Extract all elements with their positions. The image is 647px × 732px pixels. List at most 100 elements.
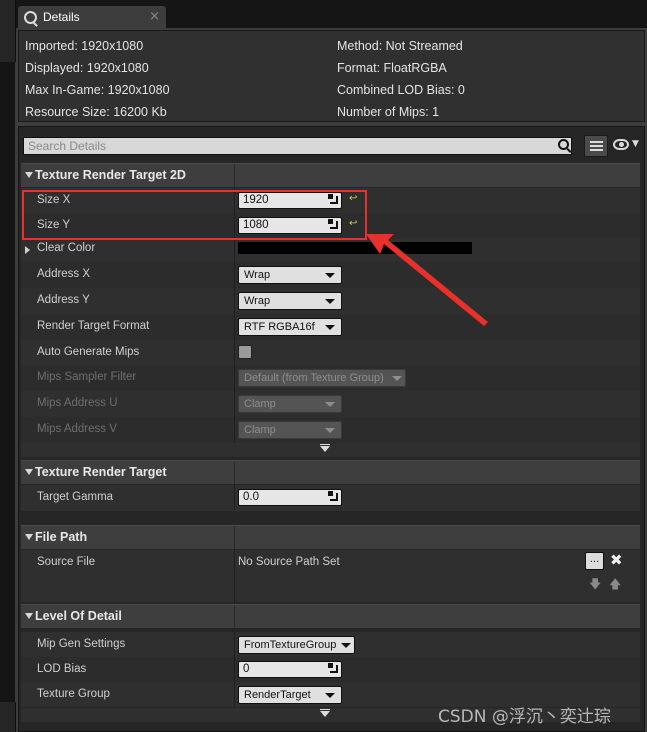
address-y-dropdown[interactable]: Wrap <box>238 292 342 310</box>
auto-generate-mips-checkbox[interactable] <box>238 345 252 359</box>
column-divider <box>234 550 235 602</box>
texture-info-panel: Imported: 1920x1080 Displayed: 1920x1080… <box>18 30 645 122</box>
column-divider <box>234 657 235 682</box>
prop-row-size-y: Size Y 1080 ↩ <box>21 213 640 238</box>
clear-icon[interactable]: ✖ <box>610 551 623 569</box>
eye-icon[interactable] <box>613 139 629 150</box>
section-level-of-detail[interactable]: Level Of Detail <box>21 604 640 629</box>
prop-row-mips-address-u: Mips Address U Clamp <box>21 391 640 417</box>
chevron-down-icon <box>325 273 335 278</box>
prop-label: Source File <box>37 556 96 568</box>
browse-button[interactable]: ... <box>585 552 604 570</box>
advanced-expander[interactable] <box>21 443 640 457</box>
section-spacer <box>21 511 640 522</box>
lod-bias-input[interactable]: 0 <box>238 661 342 678</box>
section-texture-render-target-2d[interactable]: Texture Render Target 2D <box>21 163 640 188</box>
chevron-down-icon <box>341 643 351 648</box>
arrow-down-icon[interactable]: 🡇 <box>589 575 601 596</box>
drag-handle-icon[interactable] <box>328 194 338 204</box>
size-x-input[interactable]: 1920 <box>238 192 342 209</box>
tab-bar: Details × <box>16 0 647 28</box>
column-divider <box>234 461 235 485</box>
chevron-down-icon <box>325 402 335 407</box>
target-gamma-input[interactable]: 0.0 <box>238 489 342 506</box>
section-title: File Path <box>35 530 88 544</box>
chevron-down-icon[interactable]: ▼ <box>632 139 639 149</box>
target-gamma-value: 0.0 <box>243 491 259 503</box>
address-x-dropdown[interactable]: Wrap <box>238 266 342 284</box>
column-divider <box>234 417 235 443</box>
annotation-arrow <box>366 234 488 326</box>
prop-label: Mip Gen Settings <box>37 638 126 650</box>
column-divider <box>234 340 235 365</box>
chevron-down-icon <box>325 325 335 330</box>
info-resource-size: Resource Size: 16200 Kb <box>25 105 167 119</box>
dropdown-value: Clamp <box>244 424 276 436</box>
prop-label: Clear Color <box>37 242 96 254</box>
mip-gen-settings-dropdown[interactable]: FromTextureGroup <box>238 636 355 654</box>
size-x-value: 1920 <box>243 194 269 206</box>
collapse-icon <box>25 613 33 619</box>
dropdown-value: RenderTarget <box>244 689 311 701</box>
column-divider <box>234 164 235 188</box>
annotation-arrow-shape <box>366 234 488 326</box>
tab-label: Details <box>43 10 80 24</box>
lod-bias-value: 0 <box>243 663 250 675</box>
texture-group-dropdown[interactable]: RenderTarget <box>238 686 342 704</box>
info-max-in-game: Max In-Game: 1920x1080 <box>25 83 170 97</box>
drag-handle-icon[interactable] <box>328 219 338 229</box>
info-combined-lod-bias: Combined LOD Bias: 0 <box>337 83 465 97</box>
prop-label: Address X <box>37 268 91 280</box>
size-y-value: 1080 <box>243 219 269 231</box>
prop-label: LOD Bias <box>37 663 87 675</box>
collapse-icon <box>25 534 33 540</box>
prop-label: Mips Address V <box>37 423 117 435</box>
chevron-down-icon <box>325 693 335 698</box>
collapse-icon <box>25 469 33 475</box>
prop-row-address-x: Address X Wrap <box>21 262 640 288</box>
expand-arrow-icon[interactable] <box>25 246 30 254</box>
info-imported: Imported: 1920x1080 <box>25 39 144 53</box>
reset-to-default-icon[interactable]: ↩ <box>349 194 357 204</box>
column-divider <box>234 391 235 417</box>
size-y-input[interactable]: 1080 <box>238 217 342 234</box>
prop-row-address-y: Address Y Wrap <box>21 288 640 314</box>
search-icon[interactable] <box>558 139 569 150</box>
section-texture-render-target[interactable]: Texture Render Target <box>21 460 640 485</box>
drag-handle-icon[interactable] <box>328 491 338 501</box>
search-row: ▼ <box>23 135 642 159</box>
chevron-down-icon <box>325 428 335 433</box>
drag-handle-icon[interactable] <box>328 663 338 673</box>
search-input[interactable] <box>23 137 572 155</box>
prop-label: Size Y <box>37 219 71 231</box>
section-file-path[interactable]: File Path <box>21 525 640 550</box>
prop-label: Texture Group <box>37 688 110 700</box>
column-divider <box>234 288 235 314</box>
column-divider <box>234 605 235 629</box>
expand-down-icon <box>320 444 330 452</box>
dropdown-value: Wrap <box>244 269 271 281</box>
close-icon[interactable]: × <box>149 9 160 24</box>
tab-details[interactable]: Details × <box>18 6 166 28</box>
prop-label: Size X <box>37 194 71 206</box>
prop-label: Auto Generate Mips <box>37 346 140 358</box>
prop-row-mips-address-v: Mips Address V Clamp <box>21 417 640 443</box>
info-number-of-mips: Number of Mips: 1 <box>337 105 440 119</box>
arrow-up-icon[interactable]: 🡅 <box>609 575 621 596</box>
reset-to-default-icon[interactable]: ↩ <box>349 219 357 229</box>
left-panel-inner <box>0 62 16 702</box>
view-options-button[interactable] <box>584 135 608 157</box>
left-panel-strip <box>0 0 16 732</box>
chevron-down-icon <box>325 299 335 304</box>
expand-down-icon <box>320 709 330 717</box>
dropdown-value: RTF RGBA16f <box>244 321 315 333</box>
collapse-icon <box>25 172 33 178</box>
mips-sampler-filter-dropdown: Default (from Texture Group) <box>238 369 406 387</box>
dropdown-value: Wrap <box>244 295 271 307</box>
prop-label: Target Gamma <box>37 491 114 503</box>
column-divider <box>234 262 235 288</box>
render-target-format-dropdown[interactable]: RTF RGBA16f <box>238 318 342 336</box>
column-divider <box>234 682 235 707</box>
column-divider <box>234 526 235 550</box>
dropdown-value: Clamp <box>244 398 276 410</box>
